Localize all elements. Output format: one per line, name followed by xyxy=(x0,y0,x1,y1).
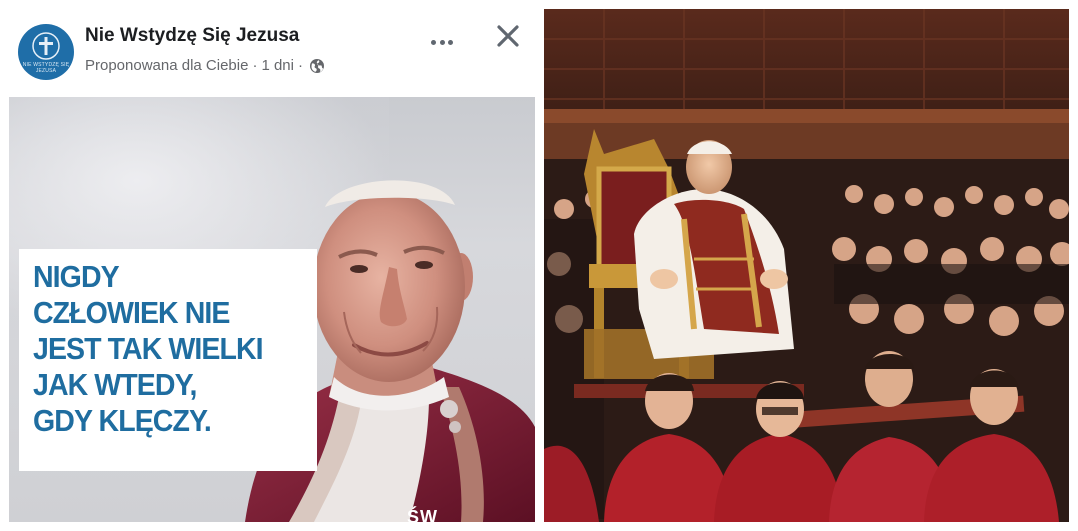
meta-separator: · xyxy=(252,57,258,74)
avatar-logo-text: NIE WSTYDZĘ SIĘ JEZUSA xyxy=(22,61,70,74)
post-header: NIE WSTYDZĘ SIĘ JEZUSA Nie Wstydzę Się J… xyxy=(9,9,535,97)
quote-line: NIGDY xyxy=(33,259,120,294)
quote-line: GDY KLĘCZY. xyxy=(33,403,212,438)
pope-procession-photo xyxy=(544,9,1069,522)
quote-box: NIGDY CZŁOWIEK NIE JEST TAK WIELKI JAK W… xyxy=(19,249,317,471)
quote-line: JAK WTEDY, xyxy=(33,367,197,402)
post-image[interactable]: NIGDY CZŁOWIEK NIE JEST TAK WIELKI JAK W… xyxy=(9,97,535,522)
post-time[interactable]: 1 dni xyxy=(261,57,294,74)
more-options-icon[interactable] xyxy=(427,31,457,53)
procession-scene-illustration xyxy=(544,9,1069,522)
meta-separator: · xyxy=(297,57,303,74)
image-watermark: ŚW xyxy=(407,507,438,522)
page-name-link[interactable]: Nie Wstydzę Się Jezusa xyxy=(85,25,299,47)
quote-line: CZŁOWIEK NIE xyxy=(33,295,230,330)
page-avatar[interactable]: NIE WSTYDZĘ SIĘ JEZUSA xyxy=(18,24,74,80)
suggested-label: Proponowana dla Ciebie xyxy=(85,57,249,74)
quote-line: JEST TAK WIELKI xyxy=(33,331,264,366)
dot xyxy=(448,39,453,45)
close-icon[interactable] xyxy=(493,21,523,51)
post-meta: Proponowana dla Ciebie · 1 dni · xyxy=(85,57,325,74)
dot xyxy=(439,39,445,45)
dot xyxy=(431,39,436,45)
globe-icon xyxy=(309,58,324,73)
facebook-post: NIE WSTYDZĘ SIĘ JEZUSA Nie Wstydzę Się J… xyxy=(9,9,535,522)
cross-logo-icon xyxy=(32,31,60,60)
